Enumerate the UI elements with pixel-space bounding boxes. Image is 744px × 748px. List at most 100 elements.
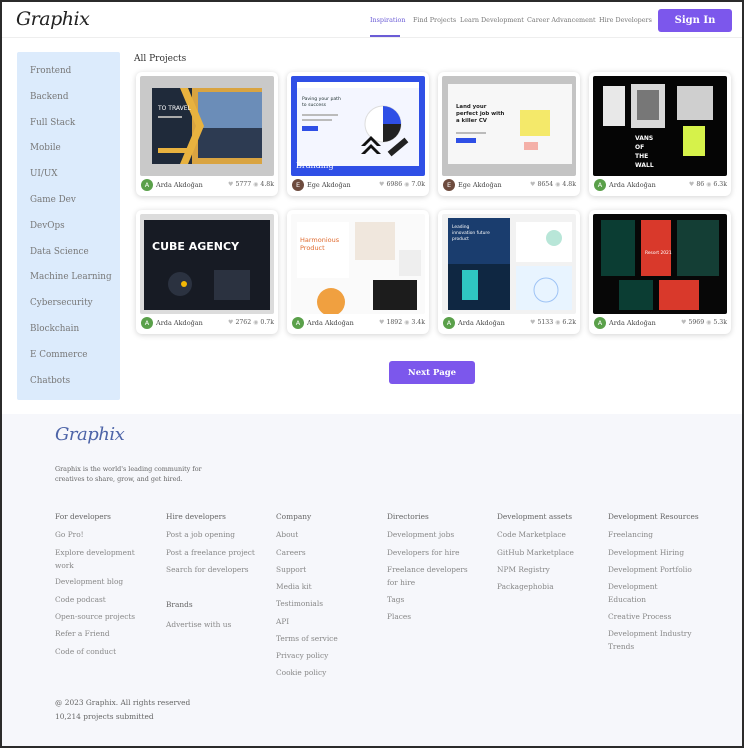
project-card[interactable]: Paving your path to success Branding E E… xyxy=(287,72,429,196)
sidebar-item-data-science[interactable]: Data Science xyxy=(30,247,89,257)
nav-find-projects[interactable]: Find Projects xyxy=(413,16,456,24)
project-card[interactable]: CUBE AGENCY A Arda Akdoğan ♥ 2762 ◉ 0.7k xyxy=(136,210,278,334)
sign-in-button[interactable]: Sign In xyxy=(658,9,732,32)
heart-icon[interactable]: ♥ xyxy=(681,319,686,326)
footer-link[interactable]: Post a freelance project xyxy=(166,547,262,560)
sidebar-item-devops[interactable]: DevOps xyxy=(30,221,65,231)
footer-link[interactable]: Development Industry Trends xyxy=(608,628,698,653)
sidebar-item-blockchain[interactable]: Blockchain xyxy=(30,324,79,334)
project-thumbnail[interactable]: VANS OF THE WALL xyxy=(593,76,727,176)
footer-link[interactable]: Go Pro! xyxy=(55,529,143,542)
author-name[interactable]: Arda Akdoğan xyxy=(307,319,354,327)
footer-link[interactable]: Post a job opening xyxy=(166,529,262,542)
author-name[interactable]: Ege Akdoğan xyxy=(458,181,502,189)
heart-icon[interactable]: ♥ xyxy=(379,181,384,188)
sidebar-item-ui-ux[interactable]: UI/UX xyxy=(30,169,58,179)
project-thumbnail[interactable]: Harmonious Product xyxy=(291,214,425,314)
footer-link[interactable]: Open-source projects xyxy=(55,611,143,624)
footer-link[interactable]: Cookie policy xyxy=(276,667,326,680)
project-thumbnail[interactable]: Land your perfect job with a killer CV xyxy=(442,76,576,176)
footer-link[interactable]: Developers for hire xyxy=(387,547,469,560)
footer-link[interactable]: Advertise with us xyxy=(166,619,262,632)
sidebar-item-cybersecurity[interactable]: Cybersecurity xyxy=(30,298,93,308)
project-card[interactable]: Leading innovation future product A Arda… xyxy=(438,210,580,334)
next-page-button[interactable]: Next Page xyxy=(389,361,475,384)
project-thumbnail[interactable]: CUBE AGENCY xyxy=(140,214,274,314)
footer-link[interactable]: Places xyxy=(387,611,469,624)
project-thumbnail[interactable]: Leading innovation future product xyxy=(442,214,576,314)
footer-link[interactable]: Search for developers xyxy=(166,564,262,577)
footer-link[interactable]: About xyxy=(276,529,298,542)
heart-icon[interactable]: ♥ xyxy=(379,319,384,326)
footer-link[interactable]: Media kit xyxy=(276,581,312,594)
project-card[interactable]: Land your perfect job with a killer CV E… xyxy=(438,72,580,196)
heart-icon[interactable]: ♥ xyxy=(228,181,233,188)
heart-icon[interactable]: ♥ xyxy=(530,319,535,326)
graphix-logo[interactable]: Graphix xyxy=(16,8,90,30)
project-thumbnail[interactable]: Paving your path to success Branding xyxy=(291,76,425,176)
heart-icon[interactable]: ♥ xyxy=(689,181,694,188)
sidebar-item-machine-learning[interactable]: Machine Learning xyxy=(30,272,112,282)
footer-link[interactable]: API xyxy=(276,616,289,629)
footer-logo[interactable]: Graphix xyxy=(55,424,125,445)
nav-inspiration[interactable]: Inspiration xyxy=(370,16,406,24)
footer-link[interactable]: Packagephobia xyxy=(497,581,597,594)
project-card[interactable]: Harmonious Product A Arda Akdoğan ♥ 1892 … xyxy=(287,210,429,334)
sidebar-item-full-stack[interactable]: Full Stack xyxy=(30,118,75,128)
sidebar-item-game-dev[interactable]: Game Dev xyxy=(30,195,76,205)
footer-link[interactable]: Code Marketplace xyxy=(497,529,597,542)
footer-link[interactable]: Terms of service xyxy=(276,633,338,646)
footer-link[interactable]: Explore development work xyxy=(55,547,143,572)
project-card[interactable]: VANS OF THE WALL A Arda Akdoğan ♥ 86 ◉ 6.3… xyxy=(589,72,731,196)
likes-count: 5777 xyxy=(235,181,252,188)
project-card[interactable]: TO TRAVEL A Arda Akdoğan ♥ 5777 ◉ 4.8k xyxy=(136,72,278,196)
footer-link[interactable]: Refer a Friend xyxy=(55,628,143,641)
footer-link[interactable]: Development Portfolio xyxy=(608,564,698,577)
author-name[interactable]: Arda Akdoğan xyxy=(156,319,203,327)
nav-learn-development[interactable]: Learn Development xyxy=(460,16,524,24)
sidebar-item-mobile[interactable]: Mobile xyxy=(30,143,61,153)
project-card[interactable]: Resort 2021 A Arda Akdoğan ♥ 5969 ◉ 5.3k xyxy=(589,210,731,334)
footer-link[interactable]: Creative Process xyxy=(608,611,698,624)
avatar[interactable]: A xyxy=(141,317,153,329)
footer-link[interactable]: Support xyxy=(276,564,306,577)
footer-link[interactable]: Testimonials xyxy=(276,598,323,611)
author-name[interactable]: Arda Akdoğan xyxy=(156,181,203,189)
avatar[interactable]: A xyxy=(141,179,153,191)
cube-agency-preview: CUBE AGENCY xyxy=(140,214,274,314)
sidebar-item-chatbots[interactable]: Chatbots xyxy=(30,376,70,386)
footer-link[interactable]: Careers xyxy=(276,547,306,560)
sidebar-item-backend[interactable]: Backend xyxy=(30,92,68,102)
footer-link[interactable]: Development Education xyxy=(608,581,678,606)
footer-link[interactable]: Development Hiring xyxy=(608,547,698,560)
footer-link[interactable]: Development blog xyxy=(55,576,143,589)
nav-career-advancement[interactable]: Career Advancement xyxy=(527,16,596,24)
heart-icon[interactable]: ♥ xyxy=(530,181,535,188)
avatar[interactable]: A xyxy=(443,317,455,329)
sidebar-item-frontend[interactable]: Frontend xyxy=(30,66,71,76)
author-name[interactable]: Arda Akdoğan xyxy=(609,319,656,327)
nav-hire-developers[interactable]: Hire Developers xyxy=(599,16,652,24)
project-thumbnail[interactable]: Resort 2021 xyxy=(593,214,727,314)
footer-link[interactable]: Freelancing xyxy=(608,529,698,542)
footer-link[interactable]: NPM Registry xyxy=(497,564,597,577)
author-name[interactable]: Arda Akdoğan xyxy=(609,181,656,189)
avatar[interactable]: E xyxy=(443,179,455,191)
author-name[interactable]: Arda Akdoğan xyxy=(458,319,505,327)
avatar[interactable]: A xyxy=(594,179,606,191)
footer-link[interactable]: Freelance developers for hire xyxy=(387,564,469,589)
footer-link[interactable]: Code of conduct xyxy=(55,646,143,659)
avatar[interactable]: A xyxy=(292,317,304,329)
footer-link[interactable]: Development jobs xyxy=(387,529,469,542)
avatar[interactable]: A xyxy=(594,317,606,329)
avatar[interactable]: E xyxy=(292,179,304,191)
heart-icon[interactable]: ♥ xyxy=(228,319,233,326)
project-thumbnail[interactable]: TO TRAVEL xyxy=(140,76,274,176)
footer-link[interactable]: Tags xyxy=(387,594,469,607)
footer-link[interactable]: Privacy policy xyxy=(276,650,328,663)
active-nav-indicator xyxy=(370,35,400,37)
footer-link[interactable]: Code podcast xyxy=(55,594,143,607)
footer-link[interactable]: GitHub Marketplace xyxy=(497,547,597,560)
sidebar-item-e-commerce[interactable]: E Commerce xyxy=(30,350,87,360)
author-name[interactable]: Ege Akdoğan xyxy=(307,181,351,189)
